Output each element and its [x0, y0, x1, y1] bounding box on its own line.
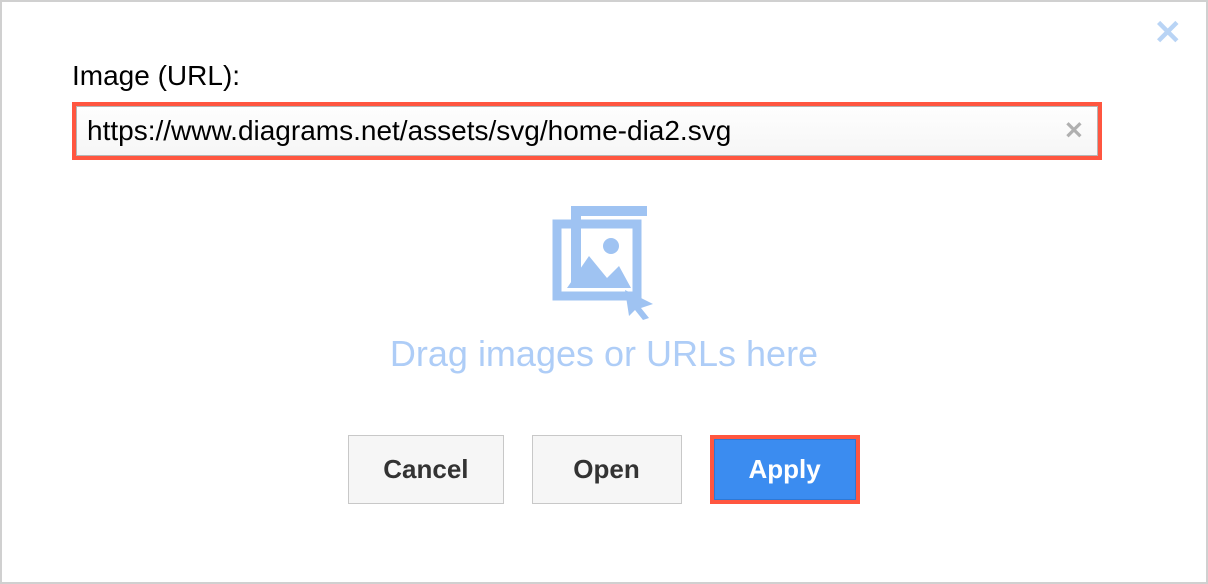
drop-area[interactable]: Drag images or URLs here [72, 200, 1136, 375]
image-url-input[interactable] [76, 106, 1098, 156]
image-placeholder-icon [549, 200, 659, 325]
dialog-button-row: Cancel Open Apply [72, 435, 1136, 504]
close-icon[interactable]: ✕ [1154, 16, 1183, 50]
cancel-button[interactable]: Cancel [348, 435, 503, 504]
apply-button[interactable]: Apply [714, 439, 856, 500]
open-button[interactable]: Open [532, 435, 682, 504]
clear-input-icon[interactable]: ✕ [1064, 117, 1084, 146]
drop-area-text: Drag images or URLs here [72, 333, 1136, 375]
image-url-dialog: ✕ Image (URL): ✕ Drag images or URLs her… [0, 0, 1208, 584]
apply-button-highlight: Apply [710, 435, 860, 504]
image-url-label: Image (URL): [72, 60, 1136, 92]
url-input-highlight: ✕ [72, 102, 1102, 160]
